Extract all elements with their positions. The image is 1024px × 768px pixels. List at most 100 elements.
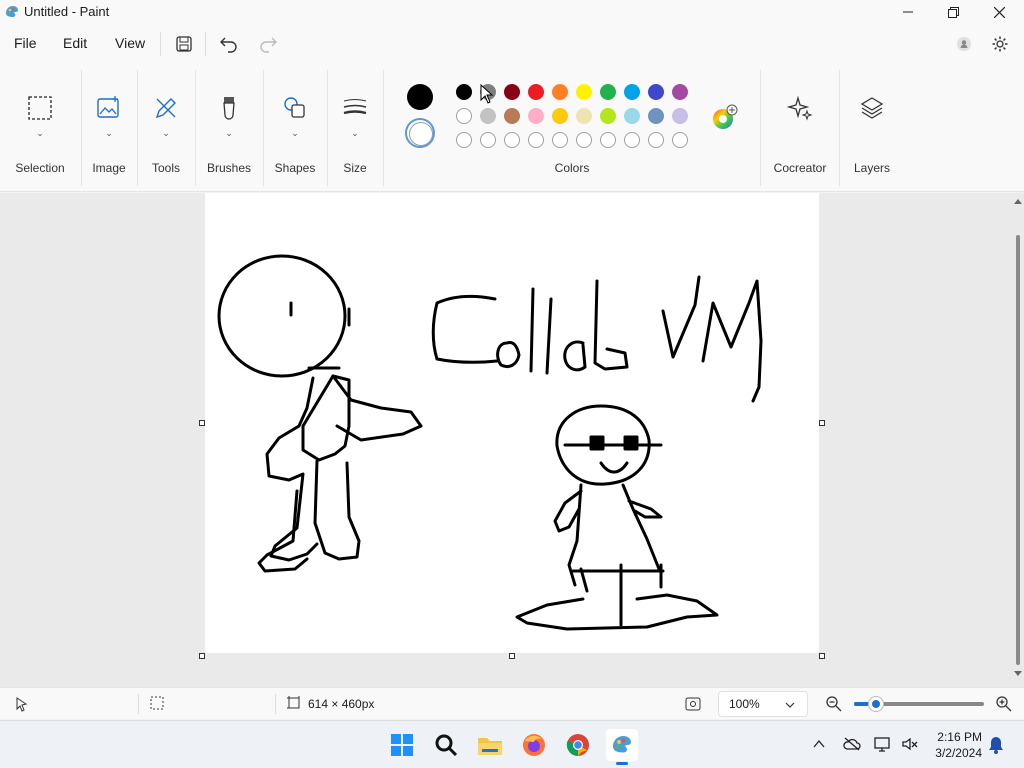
volume-muted-icon[interactable] <box>901 736 919 752</box>
color-swatch[interactable] <box>624 84 640 100</box>
restore-icon <box>947 6 959 18</box>
layers-label: Layers <box>853 161 891 175</box>
chrome-button[interactable] <box>562 729 594 761</box>
cloud-offline-icon[interactable] <box>843 736 861 752</box>
zoom-slider[interactable] <box>854 697 984 711</box>
vertical-scrollbar[interactable] <box>1012 193 1024 687</box>
menu-edit[interactable]: Edit <box>63 35 87 51</box>
undo-button[interactable] <box>217 32 241 56</box>
paint-app-icon <box>6 6 18 17</box>
maximize-button[interactable] <box>930 0 976 24</box>
zoom-dropdown[interactable]: 100% <box>718 691 808 717</box>
image-group[interactable]: ⌄ Image <box>82 64 136 192</box>
system-clock[interactable]: 2:16 PM 3/2/2024 <box>935 729 982 761</box>
color-swatch[interactable] <box>672 84 688 100</box>
resize-handle-bottom-right[interactable] <box>819 653 825 659</box>
settings-button[interactable] <box>988 32 1012 56</box>
color-swatch[interactable] <box>648 84 664 100</box>
custom-color-slot[interactable] <box>504 132 520 148</box>
brushes-group[interactable]: ⌄ Brushes <box>196 64 262 192</box>
line-size-icon <box>343 99 367 115</box>
edit-colors-button[interactable] <box>710 104 738 132</box>
custom-color-slot[interactable] <box>552 132 568 148</box>
resize-handle-bottom-left[interactable] <box>199 653 205 659</box>
color-swatch[interactable] <box>576 84 592 100</box>
menu-bar: File Edit View <box>0 24 1024 64</box>
network-icon[interactable] <box>874 736 892 752</box>
firefox-button[interactable] <box>518 729 550 761</box>
menu-file[interactable]: File <box>14 35 37 51</box>
color-swatch[interactable] <box>528 84 544 100</box>
layers-group[interactable]: Layers <box>840 64 904 192</box>
active-app-indicator <box>616 762 628 765</box>
color-swatch[interactable] <box>600 108 616 124</box>
menu-divider <box>160 32 161 56</box>
zoom-in-icon[interactable] <box>995 695 1013 713</box>
canvas-workspace[interactable] <box>0 193 1024 687</box>
chevron-up-icon[interactable] <box>813 739 825 749</box>
chevron-down-icon <box>785 702 795 708</box>
start-button[interactable] <box>386 729 418 761</box>
size-group[interactable]: ⌄ Size <box>328 64 382 192</box>
color-swatch[interactable] <box>528 108 544 124</box>
ribbon: ⌄ Selection ⌄ Image ⌄ Tools ⌄ Brushes ⌄ … <box>0 64 1024 192</box>
shapes-group[interactable]: ⌄ Shapes <box>264 64 326 192</box>
custom-color-slot[interactable] <box>600 132 616 148</box>
selection-group[interactable]: ⌄ Selection <box>0 64 80 192</box>
color-swatch[interactable] <box>504 108 520 124</box>
window-title: Untitled - Paint <box>24 4 110 19</box>
paint-taskbar-button[interactable] <box>606 729 638 765</box>
drawing-canvas[interactable] <box>205 193 819 653</box>
chrome-icon <box>566 734 589 756</box>
notification-bell-icon[interactable] <box>988 736 1004 754</box>
search-button[interactable] <box>430 729 462 761</box>
custom-color-slot[interactable] <box>624 132 640 148</box>
clock-time: 2:16 PM <box>937 730 982 744</box>
close-button[interactable] <box>976 0 1022 24</box>
cocreator-group[interactable]: Cocreator <box>761 64 839 192</box>
custom-color-slot[interactable] <box>672 132 688 148</box>
color-swatch[interactable] <box>456 108 472 124</box>
secondary-color[interactable] <box>405 118 435 148</box>
color-swatch[interactable] <box>648 108 664 124</box>
file-explorer-button[interactable] <box>474 729 506 761</box>
color-swatch[interactable] <box>672 108 688 124</box>
minimize-button[interactable] <box>885 0 931 24</box>
color-swatch[interactable] <box>504 84 520 100</box>
primary-color[interactable] <box>407 84 433 110</box>
fit-to-window-icon[interactable] <box>684 695 702 713</box>
minimize-icon <box>903 11 913 13</box>
tools-group[interactable]: ⌄ Tools <box>138 64 194 192</box>
cocreator-sparkle-icon <box>786 95 813 121</box>
resize-handle-right[interactable] <box>819 420 825 426</box>
color-swatch[interactable] <box>552 108 568 124</box>
zoom-slider-thumb[interactable] <box>869 697 883 711</box>
color-swatch[interactable] <box>480 108 496 124</box>
resize-handle-bottom[interactable] <box>509 653 515 659</box>
shapes-label: Shapes <box>274 161 316 175</box>
firefox-icon <box>523 734 545 756</box>
color-swatch[interactable] <box>600 84 616 100</box>
canvas-size-icon <box>287 696 300 709</box>
title-bar: Untitled - Paint <box>0 0 1024 24</box>
resize-handle-left[interactable] <box>199 420 205 426</box>
color-swatch[interactable] <box>456 84 472 100</box>
custom-color-slot[interactable] <box>576 132 592 148</box>
custom-color-slot[interactable] <box>528 132 544 148</box>
selection-size-icon <box>150 696 164 710</box>
menu-divider <box>205 32 206 56</box>
color-swatch[interactable] <box>552 84 568 100</box>
color-swatch[interactable] <box>576 108 592 124</box>
custom-color-slot[interactable] <box>456 132 472 148</box>
zoom-out-icon[interactable] <box>825 695 843 713</box>
cocreator-label: Cocreator <box>773 161 827 175</box>
account-button[interactable] <box>952 32 976 56</box>
custom-color-slot[interactable] <box>480 132 496 148</box>
save-button[interactable] <box>172 32 196 56</box>
chevron-down-icon: ⌄ <box>105 128 113 138</box>
custom-color-slot[interactable] <box>648 132 664 148</box>
menu-view[interactable]: View <box>115 35 145 51</box>
redo-button[interactable] <box>256 32 280 56</box>
color-swatch[interactable] <box>624 108 640 124</box>
mouse-pointer-icon <box>480 84 494 104</box>
